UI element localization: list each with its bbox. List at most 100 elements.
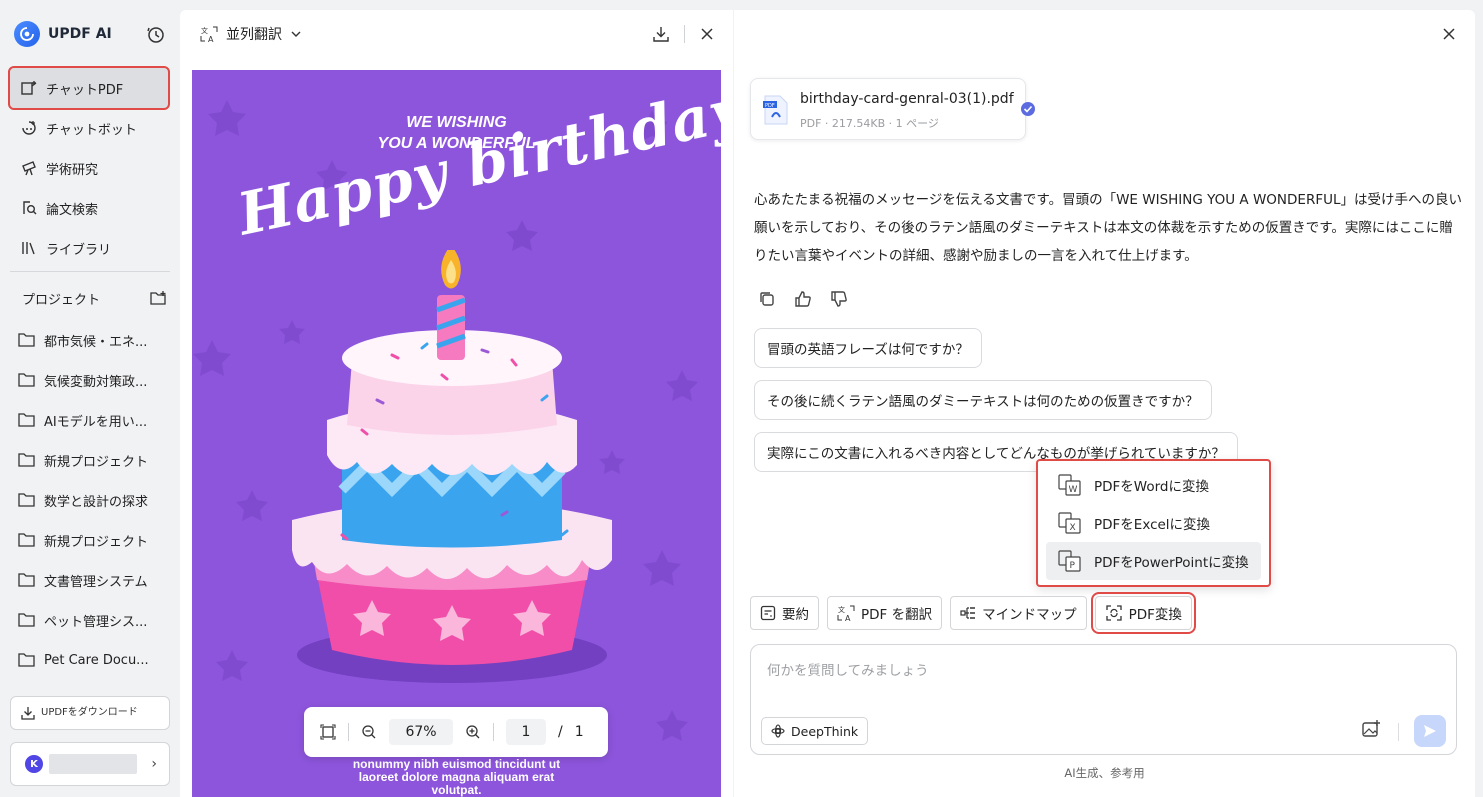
avatar: K — [25, 755, 43, 773]
attached-file-card[interactable]: PDF birthday-card-genral-03(1).pdf PDF ·… — [750, 78, 1035, 140]
chat-panel: PDF birthday-card-genral-03(1).pdf PDF ·… — [734, 10, 1475, 797]
project-name: 数学と設計の探求 — [44, 494, 149, 510]
project-item[interactable]: ペット管理シス... — [18, 600, 168, 640]
project-name: AIモデルを用い... — [44, 414, 148, 430]
sidebar-divider — [10, 271, 170, 272]
zoom-in-icon[interactable] — [465, 724, 481, 740]
convert-menu-label: PDFをWordに変換 — [1094, 479, 1210, 495]
account-name-redacted — [49, 754, 137, 774]
chevron-right-icon: › — [151, 756, 157, 772]
convert-to-excel-item[interactable]: X PDFをExcelに変換 — [1046, 504, 1261, 542]
download-icon[interactable] — [652, 25, 670, 43]
file-meta: PDF · 217.54KB · 1 ページ — [800, 117, 939, 130]
download-updf-button[interactable]: UPDFをダウンロード — [10, 696, 170, 730]
mindmap-button[interactable]: マインドマップ — [950, 596, 1087, 630]
translate-pdf-button[interactable]: 文A PDF を翻訳 — [827, 596, 943, 630]
deepthink-icon — [771, 724, 785, 738]
project-list: 都市気候・エネ... 気候変動対策政... AIモデルを用い... 新規プロジェ… — [18, 320, 168, 680]
close-icon[interactable] — [699, 26, 715, 42]
main-nav: チャットPDF チャットボット 学術研究 論文検索 ライブラリ — [8, 66, 170, 268]
convert-icon — [1105, 605, 1122, 621]
chatbot-icon — [22, 121, 36, 135]
check-circle-icon — [1021, 102, 1035, 116]
account-menu[interactable]: K › — [10, 742, 170, 786]
history-icon[interactable] — [146, 25, 166, 45]
summary-button[interactable]: 要約 — [750, 596, 819, 630]
nav-item-library[interactable]: ライブラリ — [10, 228, 168, 268]
research-icon — [22, 161, 36, 176]
deepthink-toggle[interactable]: DeepThink — [761, 717, 869, 745]
project-item[interactable]: 数学と設計の探求 — [18, 480, 168, 520]
nav-item-label: 学術研究 — [46, 162, 99, 178]
controls-divider — [348, 723, 349, 741]
projects-header: プロジェクト — [22, 286, 168, 310]
nav-item-research[interactable]: 学術研究 — [10, 148, 168, 188]
download-icon — [21, 707, 35, 720]
project-item[interactable]: 新規プロジェクト — [18, 520, 168, 560]
thumbs-up-icon[interactable] — [794, 290, 812, 308]
ai-answer-text: 心あたたまる祝福のメッセージを伝える文書です。冒頭の「WE WISHING YO… — [754, 192, 1462, 264]
project-item[interactable]: AIモデルを用い... — [18, 400, 168, 440]
nav-item-label: 論文検索 — [46, 202, 99, 218]
convert-menu-label: PDFをPowerPointに変換 — [1094, 555, 1249, 571]
pdf-convert-button[interactable]: PDF変換 — [1090, 592, 1196, 634]
svg-text:A: A — [845, 614, 851, 622]
project-item[interactable]: 新規プロジェクト — [18, 440, 168, 480]
project-name: 新規プロジェクト — [44, 454, 149, 470]
folder-icon — [18, 613, 35, 627]
summary-icon — [760, 605, 776, 621]
pdf-file-icon: PDF — [763, 95, 788, 125]
card-lorem-text: nonummy nibh euismod tincidunt ut laoree… — [352, 757, 561, 797]
svg-text:A: A — [208, 35, 214, 43]
nav-item-chatbot[interactable]: チャットボット — [10, 108, 168, 148]
convert-to-powerpoint-item[interactable]: P PDFをPowerPointに変換 — [1046, 542, 1261, 580]
controls-divider — [493, 723, 494, 741]
zoom-level[interactable]: 67% — [389, 719, 453, 745]
folder-icon — [18, 573, 35, 587]
close-icon[interactable] — [1441, 26, 1457, 42]
excel-convert-icon: X — [1058, 512, 1081, 534]
brand[interactable]: UPDF AI — [14, 20, 112, 48]
project-name: 都市気候・エネ... — [44, 334, 148, 350]
project-item[interactable]: 文書管理システム — [18, 560, 168, 600]
send-button[interactable] — [1414, 715, 1446, 747]
project-item[interactable]: 気候変動対策政... — [18, 360, 168, 400]
translate-mode-dropdown[interactable]: 文A 並列翻訳 — [200, 24, 302, 44]
pdf-view-controls: 67% 1 / 1 — [304, 707, 608, 757]
suggested-question[interactable]: その後に続くラテン語風のダミーテキストは何のための仮置きですか？ — [754, 380, 1212, 420]
quick-tools: 要約 文A PDF を翻訳 マインドマップ PDF変換 — [750, 592, 1196, 634]
project-name: ペット管理シス... — [44, 614, 148, 630]
project-item[interactable]: 都市気候・エネ... — [18, 320, 168, 360]
convert-to-word-item[interactable]: W PDFをWordに変換 — [1046, 466, 1261, 504]
fit-page-icon[interactable] — [320, 724, 336, 740]
zoom-out-icon[interactable] — [361, 724, 377, 740]
project-name: 気候変動対策政... — [44, 374, 148, 390]
folder-icon — [18, 533, 35, 547]
folder-icon — [18, 653, 35, 667]
project-name: Pet Care Docu... — [44, 652, 149, 668]
folder-icon — [18, 453, 35, 467]
page-separator: / — [558, 724, 563, 740]
svg-text:文: 文 — [201, 26, 208, 35]
nav-item-chat-pdf[interactable]: チャットPDF — [8, 66, 170, 110]
project-item[interactable]: Pet Care Docu... — [18, 640, 168, 680]
pdf-page-preview: WE WISHING YOU A WONDERFUL Happy birthda… — [192, 70, 721, 797]
birthday-cake-illustration — [292, 250, 612, 683]
chat-input[interactable] — [767, 663, 1367, 679]
ai-disclaimer: AI生成、参考用 — [1064, 766, 1145, 780]
translate-icon: 文A — [200, 26, 218, 43]
toolbar-divider — [684, 25, 685, 43]
suggested-question[interactable]: 冒頭の英語フレーズは何ですか？ — [754, 328, 982, 368]
sidebar: UPDF AI チャットPDF チャットボット 学術研究 論文検索 ライブラリ … — [0, 0, 180, 797]
current-page-input[interactable]: 1 — [506, 719, 546, 745]
thumbs-down-icon[interactable] — [830, 290, 848, 308]
image-upload-icon[interactable] — [1361, 719, 1381, 739]
nav-item-label: チャットPDF — [46, 82, 124, 98]
word-convert-icon: W — [1058, 474, 1081, 496]
new-folder-icon[interactable] — [150, 290, 168, 306]
copy-icon[interactable] — [758, 290, 776, 308]
nav-item-paper-search[interactable]: 論文検索 — [10, 188, 168, 228]
svg-text:文: 文 — [838, 605, 845, 614]
convert-menu-label: PDFをExcelに変換 — [1094, 517, 1211, 533]
folder-icon — [18, 413, 35, 427]
